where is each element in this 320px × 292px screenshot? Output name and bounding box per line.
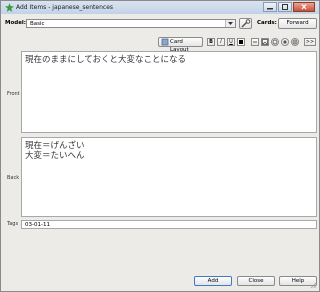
image-button[interactable] xyxy=(261,38,269,46)
model-select-value: Basic xyxy=(30,21,45,27)
add-button[interactable]: Add xyxy=(194,276,232,286)
resize-grip-icon[interactable] xyxy=(310,282,317,289)
front-field-text: 現在のままにしておくと大変なことになる xyxy=(25,55,186,65)
image-icon xyxy=(262,39,268,45)
back-field-text: 現在＝げんざい 大変＝たいへん xyxy=(25,141,85,161)
chevron-down-icon xyxy=(225,20,235,27)
record-button[interactable] xyxy=(281,38,289,46)
cards-button[interactable]: Forward xyxy=(278,18,317,29)
minimize-button[interactable] xyxy=(263,2,277,12)
back-field[interactable]: 現在＝げんざい 大変＝たいへん xyxy=(21,137,317,217)
italic-button[interactable]: I xyxy=(217,38,225,46)
model-label: Model: xyxy=(5,20,27,26)
text-color-button[interactable] xyxy=(237,38,245,46)
front-field[interactable]: 現在のままにしておくと大変なことになる xyxy=(21,51,317,133)
window-title: Add Items - japanese_sentences xyxy=(16,4,114,11)
model-settings-button[interactable] xyxy=(239,18,252,29)
latex-icon xyxy=(292,39,298,45)
bold-button[interactable]: B xyxy=(207,38,215,46)
underline-button[interactable]: U xyxy=(227,38,235,46)
audio-icon xyxy=(272,39,278,45)
maximize-icon xyxy=(282,4,288,10)
back-field-label: Back xyxy=(7,175,20,181)
cloze-button[interactable] xyxy=(251,38,259,46)
card-layout-icon xyxy=(161,38,169,46)
audio-button[interactable] xyxy=(271,38,279,46)
minimize-icon xyxy=(267,8,273,10)
cards-label: Cards: xyxy=(257,20,277,26)
add-items-window: Add Items - japanese_sentences Model: Ba… xyxy=(0,0,320,292)
close-button[interactable]: Close xyxy=(237,276,275,286)
wrench-icon xyxy=(241,19,251,28)
color-swatch-icon xyxy=(239,40,243,44)
app-star-icon xyxy=(5,3,14,12)
front-field-label: Front xyxy=(7,91,20,97)
card-layout-button[interactable]: Card Layout xyxy=(158,37,203,53)
cloze-icon xyxy=(253,41,257,43)
model-select[interactable]: Basic xyxy=(26,19,236,28)
close-window-button[interactable] xyxy=(293,2,315,12)
close-icon xyxy=(301,4,307,10)
more-tools-button[interactable]: >> xyxy=(304,38,316,46)
tags-label: Tags xyxy=(7,221,19,227)
tags-input[interactable]: 03-01-11 xyxy=(21,220,317,229)
record-icon xyxy=(283,40,287,44)
tags-value: 03-01-11 xyxy=(25,222,50,228)
maximize-button[interactable] xyxy=(278,2,292,12)
title-bar: Add Items - japanese_sentences xyxy=(1,1,319,14)
latex-button[interactable] xyxy=(291,38,299,46)
